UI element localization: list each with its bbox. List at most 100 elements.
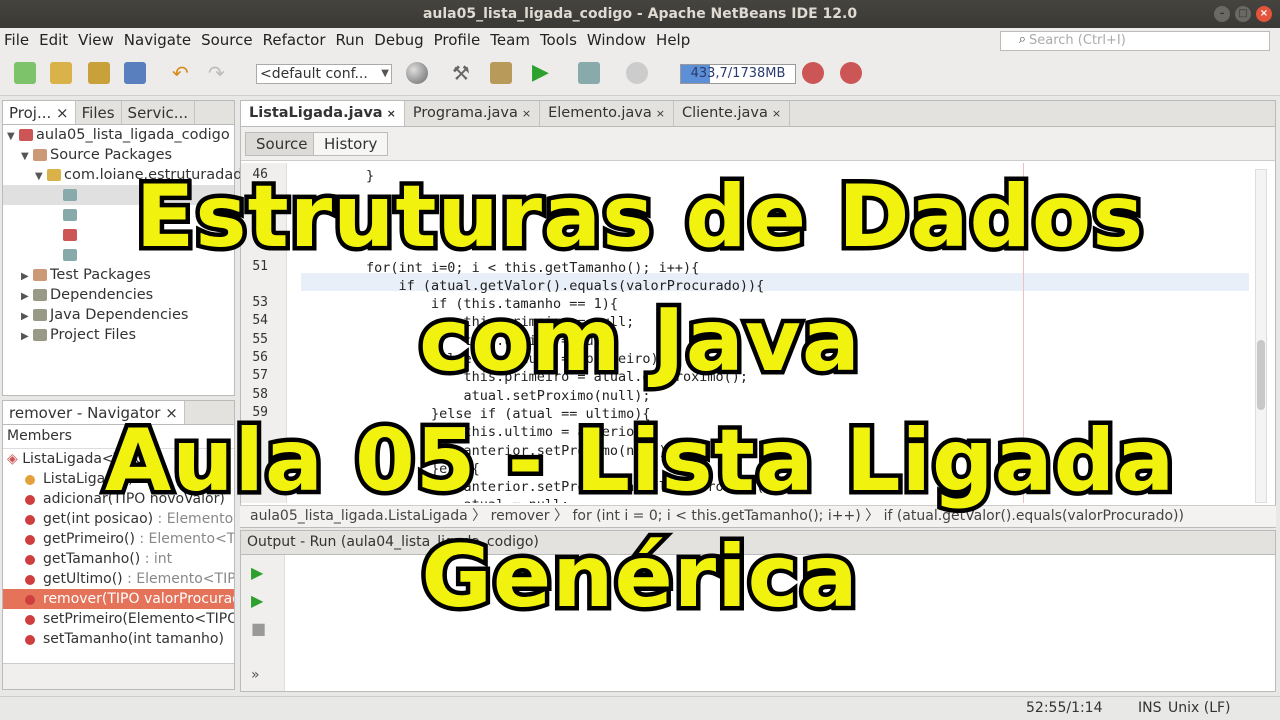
tree-java-dependencies[interactable]: ▶ Java Dependencies — [3, 305, 234, 325]
line-number: 56 — [252, 350, 268, 365]
tree-package[interactable]: ▼ com.loiane.estruturadados.lista_ligada — [3, 165, 345, 185]
code-line: atual.setProximo(null); — [301, 387, 651, 404]
source-button[interactable]: Source — [245, 132, 319, 156]
expand-icon: ▼ — [21, 151, 29, 162]
history-button[interactable]: History — [313, 132, 389, 156]
line-number-gutter: 46 51 53 54 55 56 57 58 59 — [241, 163, 287, 503]
clean-build-icon[interactable] — [490, 62, 512, 84]
menu-view[interactable]: View — [78, 31, 114, 49]
profile-ide-icon[interactable] — [840, 62, 862, 84]
nav-member-selected[interactable]: remover(TIPO valorProcurado) — [3, 589, 234, 609]
breadcrumb-if[interactable]: if (atual.getValor().equals(valorProcura… — [884, 508, 1184, 524]
tab-navigator[interactable]: remover - Navigator × — [3, 401, 185, 424]
member-name: remover(TIPO valorProcurado) — [43, 591, 234, 607]
search-icon: ⌕ — [1018, 32, 1026, 47]
close-icon[interactable]: × — [1256, 6, 1272, 22]
menu-source[interactable]: Source — [201, 31, 253, 49]
tab-files[interactable]: Files — [76, 101, 122, 124]
method-icon — [25, 495, 35, 505]
debug-icon[interactable] — [578, 62, 600, 84]
nav-member[interactable]: ListaLigada() — [3, 469, 234, 489]
new-project-icon[interactable] — [50, 62, 72, 84]
menu-help[interactable]: Help — [656, 31, 690, 49]
nav-member[interactable]: adicionar(TIPO novoValor) — [3, 489, 234, 509]
maximize-icon[interactable]: □ — [1235, 6, 1251, 22]
code-line: atual = null; — [301, 496, 570, 503]
nav-member[interactable]: setTamanho(int tamanho) — [3, 629, 234, 649]
java-file-icon — [63, 249, 77, 261]
memory-text: 433,7/1738MB — [690, 66, 786, 81]
menu-debug[interactable]: Debug — [374, 31, 423, 49]
nav-member[interactable]: getUltimo() : Elemento<TIPO> — [3, 569, 234, 589]
close-tab-icon[interactable]: × — [772, 107, 781, 120]
run-icon[interactable]: ▶ — [532, 62, 554, 84]
stop-icon[interactable]: ■ — [251, 619, 266, 638]
search-input[interactable]: Search (Ctrl+I) — [1000, 31, 1270, 51]
menu-tools[interactable]: Tools — [540, 31, 577, 49]
tab-services[interactable]: Servic... — [122, 101, 196, 124]
tree-project-files[interactable]: ▶ Project Files — [3, 325, 234, 345]
code-line: this.primeiro = atual.getProximo(); — [301, 369, 749, 386]
menu-profile[interactable]: Profile — [434, 31, 481, 49]
memory-indicator[interactable]: 433,7/1738MB — [680, 64, 796, 84]
navigator-filter[interactable]: Members — [3, 425, 234, 449]
breadcrumb-for[interactable]: for (int i = 0; i < this.getTamanho(); i… — [572, 508, 860, 524]
tree-file[interactable] — [3, 245, 234, 265]
tab-elemento[interactable]: Elemento.java × — [540, 101, 674, 126]
cursor-position: 52:55/1:14 — [1026, 700, 1103, 716]
menu-run[interactable]: Run — [336, 31, 365, 49]
tab-programa[interactable]: Programa.java × — [405, 101, 541, 126]
tree-test-packages[interactable]: ▶ Test Packages — [3, 265, 234, 285]
tab-projects[interactable]: Proj... × — [3, 101, 76, 124]
more-icon[interactable]: » — [251, 667, 260, 683]
menu-team[interactable]: Team — [490, 31, 530, 49]
globe-icon[interactable] — [406, 62, 428, 84]
tab-listaligada[interactable]: ListaLigada.java × — [241, 101, 405, 126]
close-tab-icon[interactable]: × — [656, 107, 665, 120]
menu-navigate[interactable]: Navigate — [124, 31, 191, 49]
menu-refactor[interactable]: Refactor — [263, 31, 326, 49]
config-value: <default conf... — [260, 66, 368, 82]
tree-file[interactable] — [3, 205, 234, 225]
tree-source-packages[interactable]: ▼ Source Packages — [3, 145, 234, 165]
tree-file[interactable] — [3, 225, 234, 245]
code-area[interactable]: } for(int i=0; i < this.getTamanho(); i+… — [301, 163, 1251, 503]
nav-member[interactable]: getTamanho() : int — [3, 549, 234, 569]
editor-scrollbar[interactable] — [1255, 169, 1267, 503]
open-project-icon[interactable] — [88, 62, 110, 84]
scrollbar-thumb[interactable] — [1257, 340, 1265, 410]
build-hammer-icon[interactable]: ⚒ — [452, 62, 474, 84]
undo-icon[interactable]: ↶ — [172, 62, 194, 84]
line-ending: Unix (LF) — [1168, 700, 1231, 716]
nav-member[interactable]: get(int posicao) : Elemento<TIPO> — [3, 509, 234, 529]
tab-cliente[interactable]: Cliente.java × — [674, 101, 791, 126]
config-select[interactable]: <default conf... ▼ — [256, 64, 392, 84]
minimize-icon[interactable]: – — [1214, 6, 1230, 22]
breadcrumb-method[interactable]: remover — [491, 508, 550, 524]
navigator-title: remover - Navigator — [9, 404, 161, 422]
tree-project-root[interactable]: ▼ aula05_lista_ligada_codigo — [3, 125, 234, 145]
menu-file[interactable]: File — [4, 31, 29, 49]
nav-member[interactable]: getPrimeiro() : Elemento<TIPO> — [3, 529, 234, 549]
close-tab-icon[interactable]: × — [387, 107, 396, 120]
tree-label: aula05_lista_ligada_codigo — [36, 127, 230, 143]
tree-file-selected[interactable] — [3, 185, 234, 205]
navigator-root[interactable]: ◈ ListaLigada<TIPO> — [3, 449, 234, 469]
gc-icon[interactable] — [802, 62, 824, 84]
rerun-options-icon[interactable]: ▶ — [251, 591, 263, 610]
tree-dependencies[interactable]: ▶ Dependencies — [3, 285, 234, 305]
redo-icon[interactable]: ↷ — [208, 62, 230, 84]
save-all-icon[interactable] — [124, 62, 146, 84]
close-tab-icon[interactable]: × — [522, 107, 531, 120]
window-titlebar: aula05_lista_ligada_codigo - Apache NetB… — [0, 0, 1280, 28]
breadcrumb-class[interactable]: aula05_lista_ligada.ListaLigada — [250, 508, 468, 524]
nav-member[interactable]: setPrimeiro(Elemento<TIPO> primeiro) — [3, 609, 234, 629]
menu-window[interactable]: Window — [587, 31, 646, 49]
code-line: if (this.tamanho == 1){ — [301, 296, 618, 313]
rerun-icon[interactable]: ▶ — [251, 563, 263, 582]
code-line: anterior.setProximo(atual.getProximo()); — [301, 479, 789, 496]
expand-icon: ▼ — [7, 131, 15, 142]
menu-edit[interactable]: Edit — [39, 31, 68, 49]
profile-icon[interactable] — [626, 62, 648, 84]
new-file-icon[interactable] — [14, 62, 36, 84]
